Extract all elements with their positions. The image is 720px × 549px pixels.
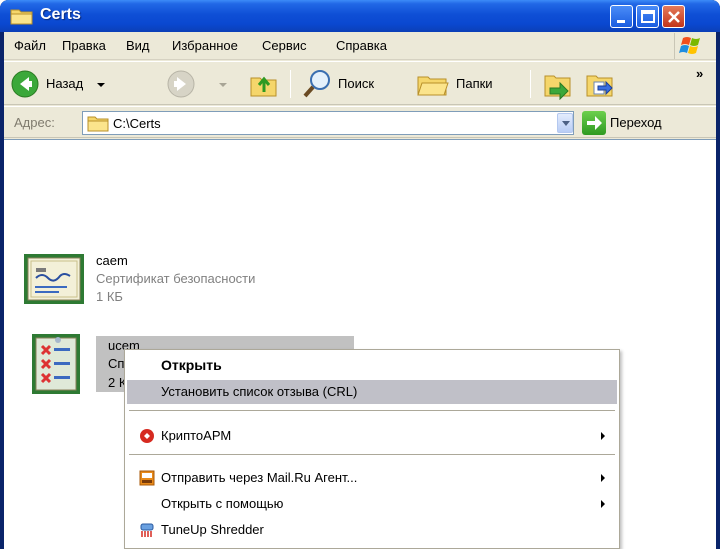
menu-separator xyxy=(129,410,615,411)
copy-to-button[interactable] xyxy=(584,68,616,100)
up-folder-button[interactable] xyxy=(248,68,280,100)
mailru-agent-icon xyxy=(139,470,155,486)
menu-item-open[interactable]: Открыть xyxy=(127,354,617,378)
menu-item-label: Установить список отзыва (CRL) xyxy=(161,384,358,399)
back-button[interactable]: Назад xyxy=(10,68,106,100)
toolbar-overflow-button[interactable]: » xyxy=(696,66,703,81)
menu-bar: Файл Правка Вид Избранное Сервис Справка xyxy=(4,32,716,60)
cryptoarm-icon xyxy=(140,429,154,443)
copy-to-icon xyxy=(586,75,613,97)
submenu-arrow-icon xyxy=(601,432,605,440)
certificate-icon[interactable] xyxy=(22,252,86,308)
menu-file[interactable]: Файл xyxy=(14,38,46,53)
menu-item-install-crl[interactable]: Установить список отзыва (CRL) xyxy=(127,380,617,404)
back-label: Назад xyxy=(46,76,84,91)
menu-item-open-with[interactable]: Открыть с помощью xyxy=(127,492,617,516)
address-input[interactable]: C:\Certs xyxy=(82,111,574,135)
minimize-button[interactable] xyxy=(610,5,633,28)
menu-item-label: TuneUp Shredder xyxy=(161,522,264,537)
folder-icon xyxy=(87,116,109,132)
menu-favorites[interactable]: Избранное xyxy=(172,38,238,53)
search-button[interactable]: Поиск xyxy=(302,68,400,100)
up-folder-icon xyxy=(250,76,277,97)
submenu-arrow-icon xyxy=(601,500,605,508)
file-type: Сертификат безопасности xyxy=(96,271,256,286)
menu-view[interactable]: Вид xyxy=(126,38,150,53)
context-menu: Открыть Установить список отзыва (CRL) К… xyxy=(124,349,620,549)
maximize-button[interactable] xyxy=(636,5,659,28)
menu-item-label: Открыть с помощью xyxy=(161,496,284,511)
go-button[interactable] xyxy=(582,111,606,135)
title-bar[interactable]: Certs xyxy=(0,0,720,32)
forward-arrow-icon xyxy=(167,70,195,98)
back-arrow-icon xyxy=(11,70,39,98)
search-icon xyxy=(303,70,330,98)
address-dropdown-button[interactable] xyxy=(557,113,573,133)
file-name[interactable]: caem xyxy=(96,253,128,268)
menu-edit[interactable]: Правка xyxy=(62,38,106,53)
folders-icon xyxy=(417,76,449,96)
menu-item-label: Отправить через Mail.Ru Агент... xyxy=(161,470,358,485)
submenu-arrow-icon xyxy=(601,474,605,482)
shredder-icon xyxy=(140,523,154,537)
menu-tools[interactable]: Сервис xyxy=(262,38,307,53)
folders-button[interactable]: Папки xyxy=(416,68,520,100)
close-button[interactable] xyxy=(662,5,685,28)
move-to-icon xyxy=(544,75,571,101)
forward-button[interactable] xyxy=(166,68,236,100)
menu-help[interactable]: Справка xyxy=(336,38,387,53)
menu-item-send-mailru[interactable]: Отправить через Mail.Ru Агент... xyxy=(127,466,617,490)
go-arrow-icon xyxy=(587,116,602,130)
go-label[interactable]: Переход xyxy=(610,115,662,130)
minimize-icon xyxy=(617,20,625,23)
file-size: 1 КБ xyxy=(96,289,123,304)
address-label: Адрес: xyxy=(14,115,55,130)
search-label: Поиск xyxy=(338,76,375,91)
address-value: C:\Certs xyxy=(113,116,161,131)
menu-separator xyxy=(129,454,615,455)
standard-toolbar: Назад Поиск Папки » xyxy=(4,61,716,105)
window-title: Certs xyxy=(40,6,81,23)
close-icon xyxy=(668,11,680,23)
menu-item-label: КриптоАРМ xyxy=(161,428,232,443)
menu-item-tuneup-shredder[interactable]: TuneUp Shredder xyxy=(127,518,617,542)
menu-item-label: Открыть xyxy=(161,357,222,373)
crl-icon[interactable] xyxy=(30,332,82,396)
maximize-icon xyxy=(641,10,655,23)
move-to-button[interactable] xyxy=(542,68,574,101)
toolbar-separator xyxy=(530,70,531,98)
folders-label: Папки xyxy=(456,76,493,91)
folder-icon xyxy=(10,9,33,25)
chevron-down-icon[interactable] xyxy=(96,80,106,90)
toolbar-separator xyxy=(290,70,291,98)
address-bar: Адрес: C:\Certs Переход xyxy=(4,106,716,138)
windows-logo-icon xyxy=(674,33,708,59)
chevron-down-icon[interactable] xyxy=(218,80,228,90)
menu-item-cryptoarm[interactable]: КриптоАРМ xyxy=(127,424,617,448)
